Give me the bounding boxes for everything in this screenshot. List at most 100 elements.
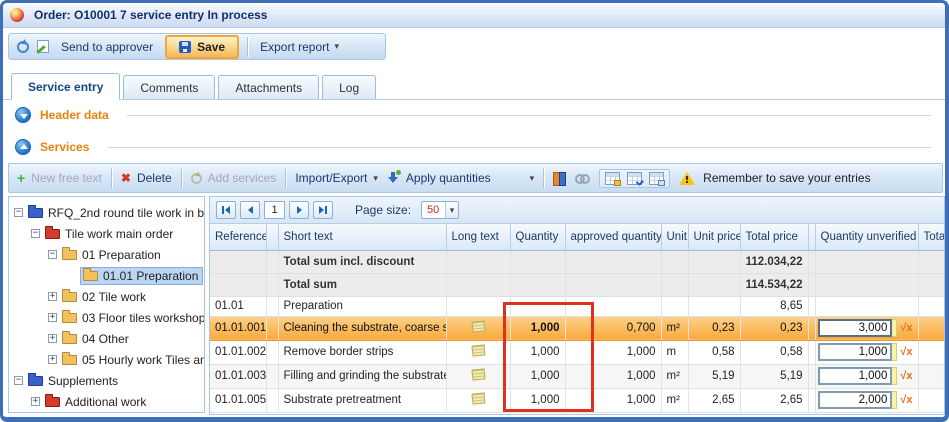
import-export-button[interactable]: Import/Export ▾ (295, 171, 378, 185)
previous-page-button[interactable] (240, 201, 260, 219)
toolbar-separator (543, 168, 544, 188)
tab-comments[interactable]: Comments (123, 75, 215, 99)
column-splitter[interactable] (808, 224, 815, 250)
add-services-button[interactable]: Add services (191, 171, 277, 185)
col-header-quantity[interactable]: Quantity (510, 224, 565, 250)
cell-approved-quantity: 0,700 (565, 316, 661, 340)
toolbar-separator (111, 168, 112, 188)
cell-unit: m² (661, 316, 688, 340)
main-toolbar: Send to approver Save Export report ▾ (8, 33, 386, 60)
col-header-total-price[interactable]: Total price (740, 224, 808, 250)
tree-item-03-floor-tiles-workshop[interactable]: + 03 Floor tiles workshop (9, 307, 204, 328)
collapse-toggle-icon[interactable]: − (48, 250, 57, 259)
cell-long-text[interactable] (446, 340, 510, 364)
collapse-toggle-icon[interactable]: − (31, 229, 40, 238)
grid-view-button-group (599, 169, 670, 188)
cell-long-text[interactable] (446, 364, 510, 388)
tree-badge-icon (658, 180, 665, 186)
table-row-01-01-0030[interactable]: 01.01.0030 Filling and grinding the subs… (210, 364, 945, 388)
col-header-reference[interactable]: Reference (210, 224, 266, 250)
cell-short-text: Preparation (278, 296, 446, 316)
collapse-toggle-icon[interactable]: − (14, 208, 23, 217)
calculate-quantity-icon[interactable]: √x (900, 394, 912, 406)
next-page-button[interactable] (289, 201, 309, 219)
send-to-approver-button[interactable]: Send to approver (57, 38, 157, 56)
calculate-quantity-icon[interactable]: √x (900, 322, 912, 334)
folder-yellow-icon (62, 292, 77, 302)
expand-toggle-icon[interactable]: + (48, 313, 57, 322)
table-row-01-01-0050[interactable]: 01.01.0050 Substrate pretreatment 1,000 … (210, 388, 945, 412)
tree-item-05-hourly-work[interactable]: + 05 Hourly work Tiles and (9, 349, 204, 370)
table-structure-icon[interactable] (649, 172, 664, 185)
column-chooser-icon[interactable] (553, 172, 566, 184)
expand-toggle-icon[interactable]: + (48, 355, 57, 364)
export-report-button[interactable]: Export report ▾ (256, 38, 343, 56)
column-splitter[interactable] (266, 224, 278, 250)
collapse-up-icon[interactable] (15, 139, 31, 155)
delete-button[interactable]: ✖ Delete (121, 171, 172, 185)
apply-quantities-button[interactable]: Apply quantities (387, 171, 491, 185)
table-row-group-01-01[interactable]: 01.01 Preparation 8,65 (210, 296, 945, 316)
col-header-unit-price[interactable]: Unit price (688, 224, 740, 250)
table-check-icon[interactable] (627, 172, 642, 185)
calculate-quantity-icon[interactable]: √x (900, 370, 912, 382)
refresh-icon[interactable] (17, 41, 29, 53)
expand-toggle-icon[interactable]: + (48, 292, 57, 301)
collapse-down-icon[interactable] (15, 107, 31, 123)
quantity-unverified-input[interactable] (818, 343, 892, 361)
cell-short-text: Substrate pretreatment (278, 388, 446, 412)
table-row-01-01-0010[interactable]: 01.01.0010 Cleaning the substrate, coars… (210, 316, 945, 340)
col-header-unit[interactable]: Unit (661, 224, 688, 250)
quantity-unverified-input[interactable] (818, 319, 892, 337)
note-icon[interactable] (471, 344, 485, 356)
window-title: Order: O10001 7 service entry In process (34, 8, 267, 22)
first-page-button[interactable] (216, 201, 236, 219)
tree-item-tile-work-main-order[interactable]: − Tile work main order (9, 223, 204, 244)
tree-item-rfq[interactable]: − RFQ_2nd round tile work in base (9, 202, 204, 223)
note-icon[interactable] (471, 392, 485, 404)
new-free-text-button[interactable]: + New free text (17, 171, 102, 185)
cell-short-text: Total sum incl. discount (278, 250, 446, 273)
last-page-button[interactable] (313, 201, 333, 219)
col-header-total[interactable]: Total (918, 224, 945, 250)
apply-quantities-dropdown-icon[interactable]: ▾ (530, 174, 535, 183)
col-header-quantity-unverified[interactable]: Quantity unverified (815, 224, 918, 250)
tree-item-04-other[interactable]: + 04 Other (9, 328, 204, 349)
calculate-quantity-icon[interactable]: √x (900, 346, 912, 358)
cell-long-text[interactable] (446, 388, 510, 412)
tab-attachments[interactable]: Attachments (218, 75, 319, 99)
note-icon[interactable] (471, 320, 485, 332)
table-row-total-sum[interactable]: Total sum 114.534,22 (210, 273, 945, 296)
tab-service-entry[interactable]: Service entry (11, 73, 120, 100)
note-icon[interactable] (471, 368, 485, 380)
tree-item-02-tile-work[interactable]: + 02 Tile work (9, 286, 204, 307)
col-header-approved-quantity[interactable]: approved quantity (565, 224, 661, 250)
page-number-input[interactable]: 1 (264, 201, 285, 219)
col-header-long-text[interactable]: Long text (446, 224, 510, 250)
expand-toggle-icon[interactable]: + (48, 334, 57, 343)
tree-item-additional-work[interactable]: + Additional work (9, 391, 204, 412)
folder-yellow-icon (62, 250, 77, 260)
tree-item-01-preparation[interactable]: − 01 Preparation (9, 244, 204, 265)
folder-yellow-icon (62, 334, 77, 344)
tree-item-supplements[interactable]: − Supplements (9, 370, 204, 391)
expand-toggle-icon[interactable]: + (31, 397, 40, 406)
quantity-unverified-input[interactable] (818, 367, 892, 385)
tree-item-01-01-preparation-selected[interactable]: 01.01 Preparation (9, 265, 204, 286)
col-header-short-text[interactable]: Short text (278, 224, 446, 250)
pagination-bar: 1 Page size: 50 ▾ (210, 197, 944, 224)
tab-log[interactable]: Log (322, 75, 376, 99)
glasses-icon[interactable] (575, 174, 590, 182)
folder-yellow-icon (62, 313, 77, 323)
edit-document-icon[interactable] (37, 40, 49, 53)
page-size-select[interactable]: 50 ▾ (421, 201, 459, 219)
table-lock-icon[interactable] (605, 172, 620, 185)
collapse-toggle-icon[interactable]: − (14, 376, 23, 385)
cell-long-text[interactable] (446, 316, 510, 340)
tree-item-label: 04 Other (82, 332, 129, 346)
table-row-total-incl-discount[interactable]: Total sum incl. discount 112.034,22 (210, 250, 945, 273)
save-button[interactable]: Save (165, 35, 239, 59)
quantity-unverified-input[interactable] (818, 391, 892, 409)
table-row-01-01-0020[interactable]: 01.01.0020 Remove border strips 1,000 1,… (210, 340, 945, 364)
page-size-dropdown-button[interactable]: ▾ (445, 202, 458, 218)
